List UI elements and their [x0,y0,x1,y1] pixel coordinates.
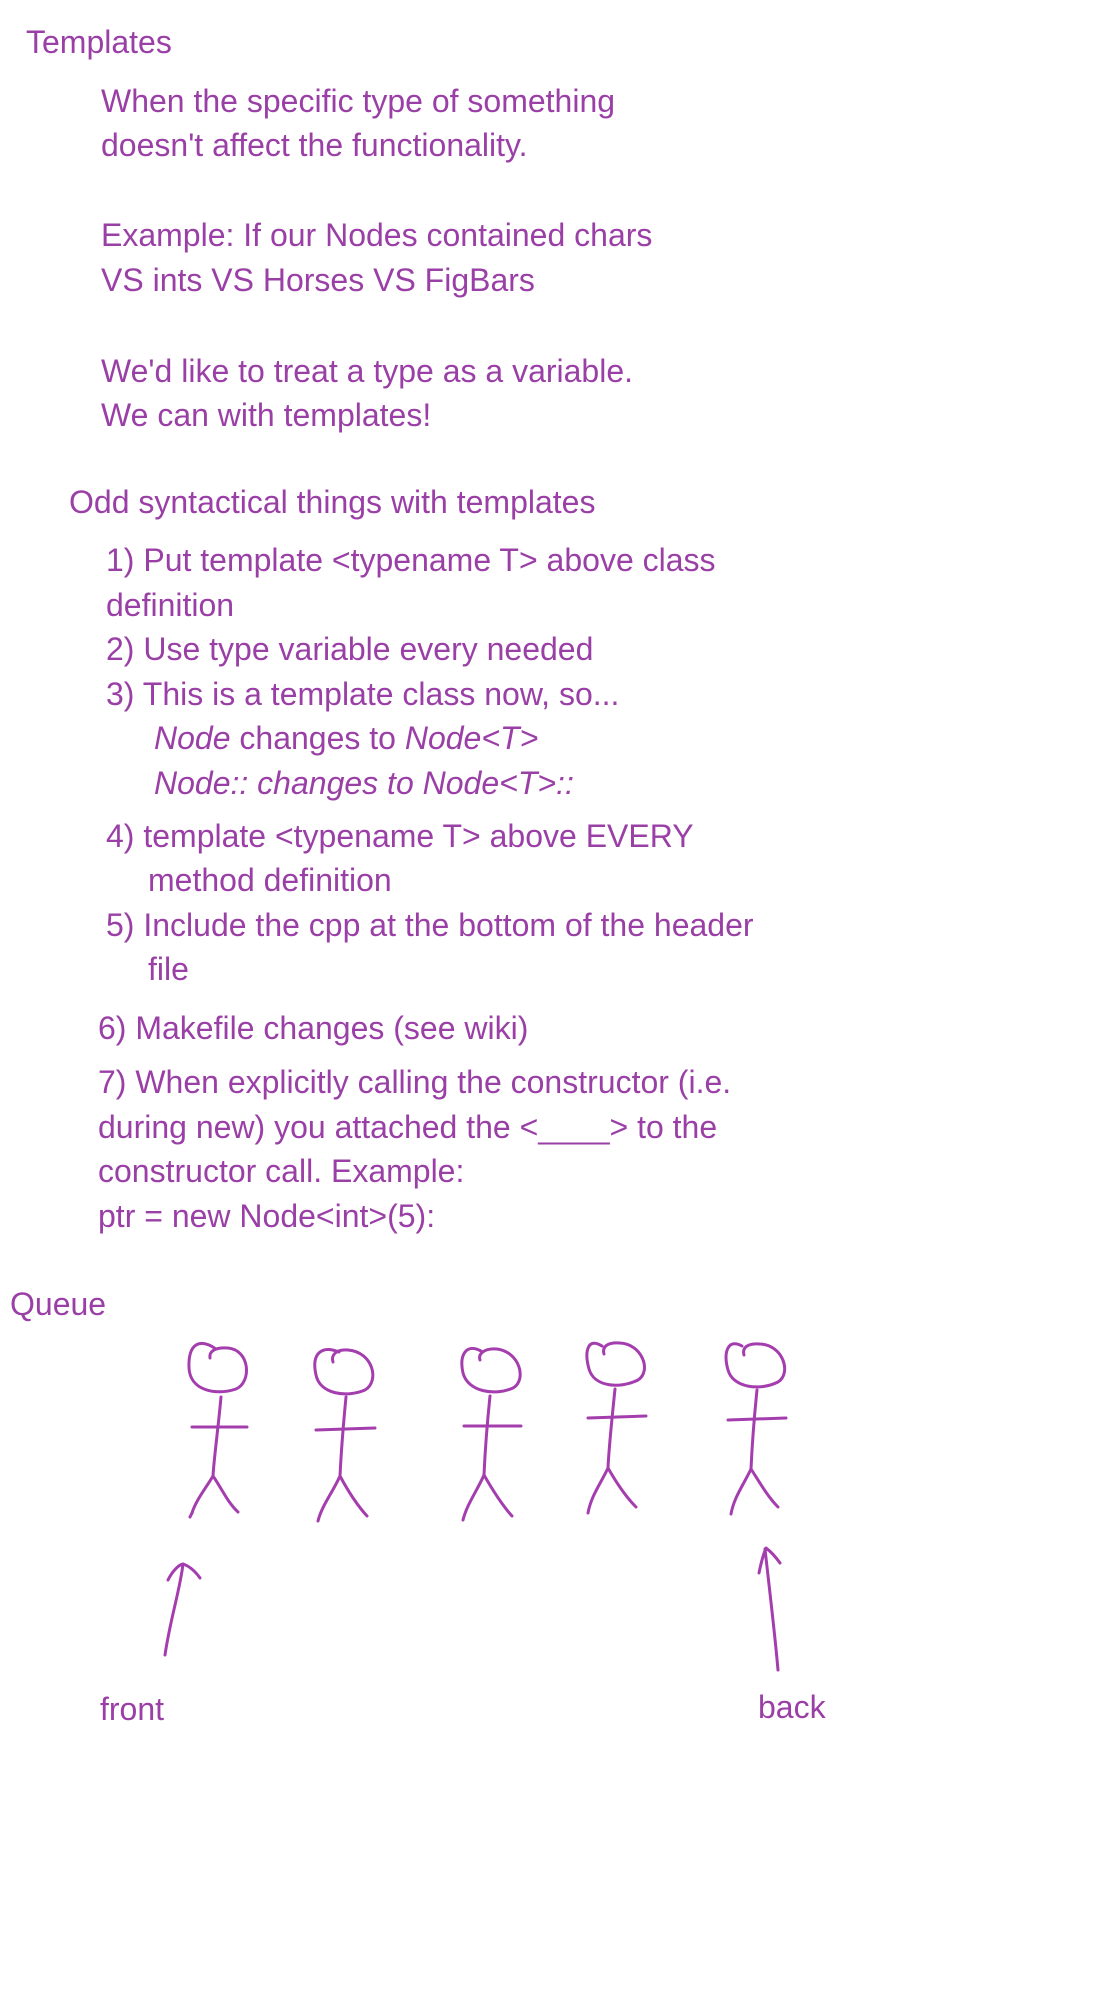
front-arrow [163,1562,202,1657]
stick-figure-2 [313,1348,377,1523]
stick-figure-1 [187,1342,249,1519]
stick-figure-5 [724,1342,788,1516]
stick-figure-3 [460,1347,523,1522]
stick-figure-4 [585,1341,648,1515]
front-label: front [100,1691,165,1727]
back-label: back [758,1689,826,1725]
queue-drawing [163,1341,788,1672]
back-arrow [757,1546,782,1672]
